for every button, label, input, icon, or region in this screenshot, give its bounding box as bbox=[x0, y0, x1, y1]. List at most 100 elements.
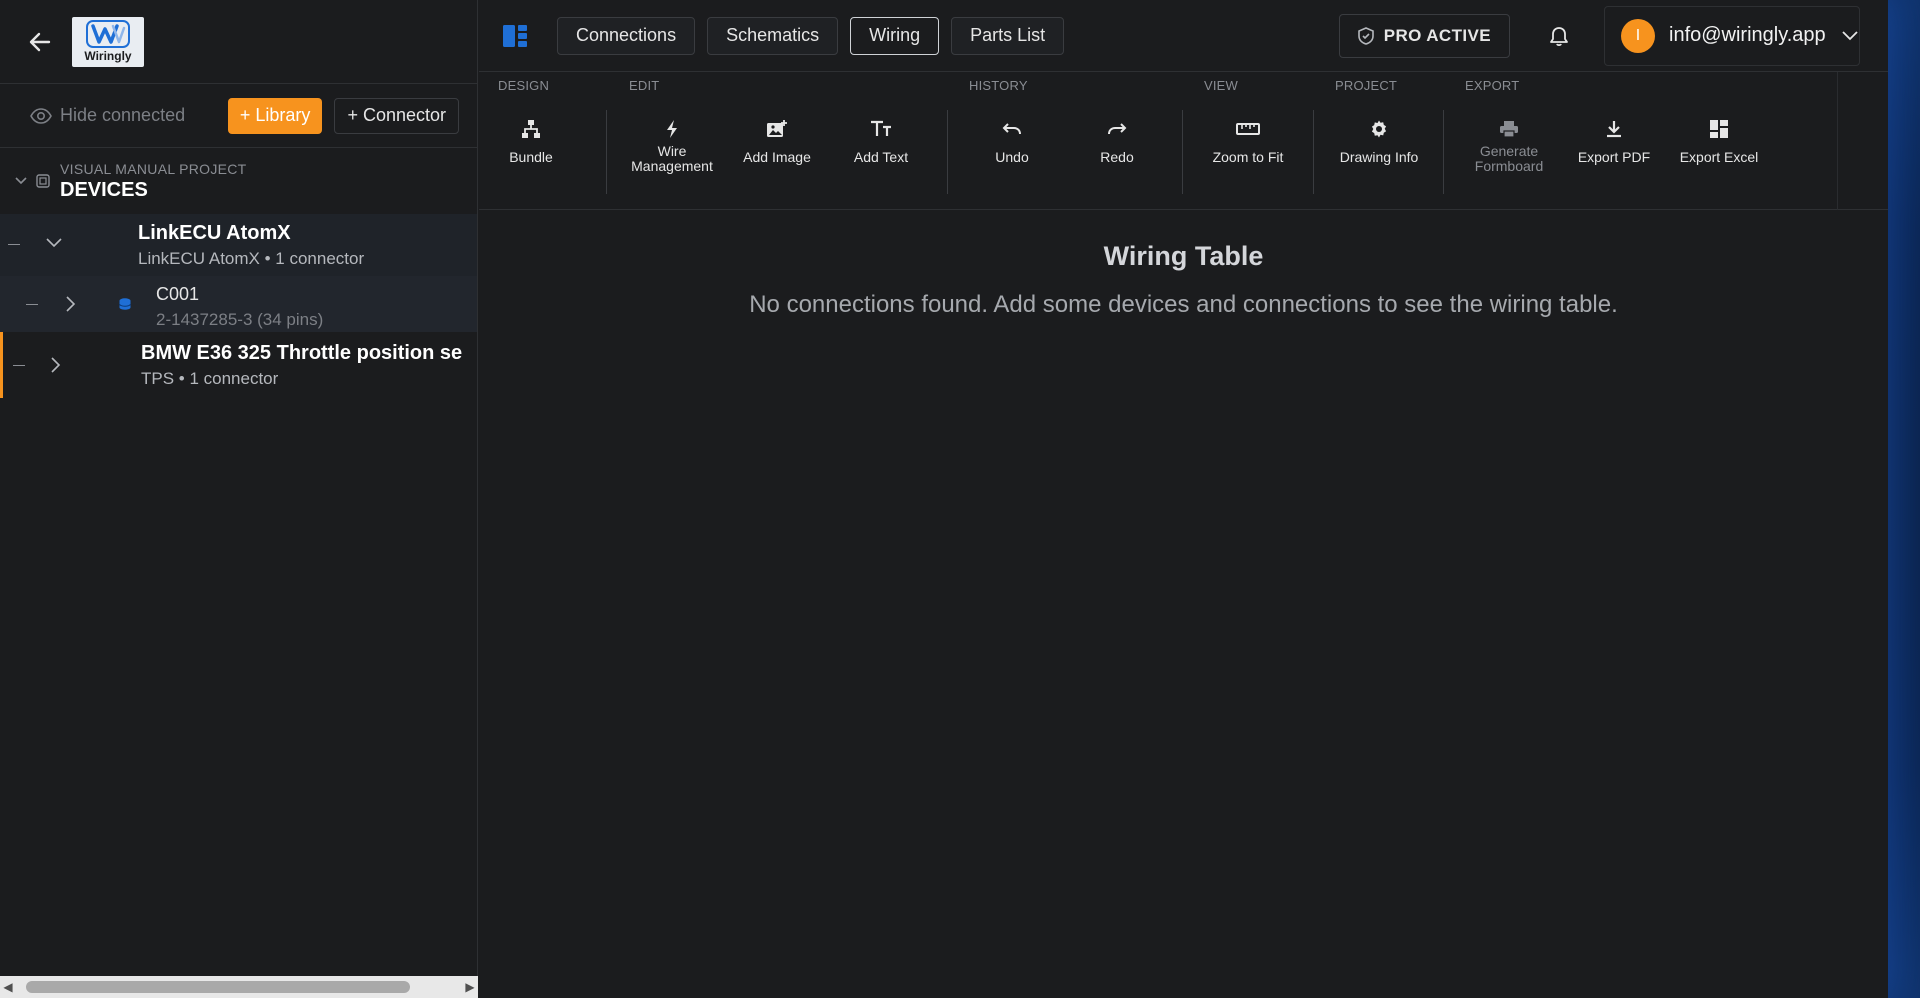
device-item[interactable]: LinkECU AtomX LinkECU AtomX • 1 connecto… bbox=[0, 214, 477, 276]
add-library-button[interactable]: + Library bbox=[227, 97, 323, 134]
project-title: DEVICES bbox=[60, 178, 148, 201]
hide-connected-toggle[interactable]: Hide connected bbox=[30, 105, 185, 126]
account-menu[interactable]: I info@wiringly.app bbox=[1604, 5, 1860, 66]
connector-title: C001 bbox=[156, 284, 200, 304]
tab-connections[interactable]: Connections bbox=[557, 16, 696, 55]
add-connector-button[interactable]: + Connector bbox=[334, 97, 459, 134]
chevron-down-icon bbox=[15, 177, 27, 185]
pro-badge-label: PRO ACTIVE bbox=[1383, 25, 1491, 45]
group-label-export: EXPORT bbox=[1465, 78, 1520, 93]
shield-check-icon bbox=[1357, 26, 1374, 45]
lightning-icon bbox=[667, 120, 677, 138]
sidebar-toggle-icon[interactable] bbox=[503, 24, 527, 47]
logo: Wiringly bbox=[72, 16, 144, 67]
wire-management-button[interactable]: Wire Management bbox=[620, 114, 724, 186]
logo-text: Wiringly bbox=[84, 49, 132, 63]
project-subtitle: VISUAL MANUAL PROJECT bbox=[60, 160, 247, 177]
wire-management-label-line1: Wire bbox=[657, 143, 687, 159]
add-text-button[interactable]: Add Text bbox=[829, 114, 933, 186]
group-divider bbox=[1182, 110, 1183, 194]
redo-icon bbox=[1108, 123, 1127, 135]
hide-connected-label: Hide connected bbox=[60, 105, 186, 125]
group-label-edit: EDIT bbox=[629, 78, 660, 93]
bundle-label: Bundle bbox=[509, 149, 553, 165]
collapse-dash-icon bbox=[26, 304, 38, 305]
printer-icon bbox=[1500, 121, 1518, 138]
empty-state-message: No connections found. Add some devices a… bbox=[749, 291, 1618, 318]
generate-formboard-button[interactable]: Generate Formboard bbox=[1457, 114, 1561, 186]
ribbon-divider bbox=[1837, 72, 1838, 210]
arrow-left-icon bbox=[29, 32, 51, 51]
bundle-button[interactable]: Bundle bbox=[479, 114, 583, 186]
group-divider bbox=[1443, 110, 1444, 194]
group-label-history: HISTORY bbox=[969, 78, 1028, 93]
project-header[interactable]: VISUAL MANUAL PROJECT DEVICES bbox=[0, 148, 477, 214]
chevron-down-icon bbox=[1842, 30, 1858, 40]
redo-label: Redo bbox=[1100, 149, 1134, 165]
chevron-down-icon[interactable] bbox=[46, 238, 62, 248]
device-item[interactable]: BMW E36 325 Throttle position se TPS • 1… bbox=[0, 332, 477, 398]
group-divider bbox=[606, 110, 607, 194]
toolbar-ribbon: DESIGN EDIT HISTORY VIEW PROJECT EXPORT … bbox=[479, 72, 1888, 210]
chevron-right-icon[interactable] bbox=[66, 296, 76, 312]
export-pdf-button[interactable]: Export PDF bbox=[1562, 114, 1666, 186]
device-subtitle: TPS • 1 connector bbox=[141, 369, 279, 388]
group-label-project: PROJECT bbox=[1335, 78, 1398, 93]
zoom-to-fit-label: Zoom to Fit bbox=[1212, 149, 1284, 165]
connector-item[interactable]: C001 2-1437285-3 (34 pins) bbox=[0, 276, 477, 332]
generate-formboard-label-line2: Formboard bbox=[1474, 158, 1544, 174]
chevron-right-icon[interactable] bbox=[51, 357, 61, 373]
gear-icon bbox=[1371, 120, 1387, 138]
project-icon bbox=[36, 174, 50, 188]
add-image-label: Add Image bbox=[743, 149, 811, 165]
device-title: BMW E36 325 Throttle position se bbox=[141, 342, 463, 364]
add-text-label: Add Text bbox=[853, 149, 909, 165]
avatar: I bbox=[1621, 18, 1655, 53]
page-title: Wiring Table bbox=[1103, 241, 1264, 271]
tab-schematics[interactable]: Schematics bbox=[707, 16, 839, 55]
bell-icon[interactable] bbox=[1546, 23, 1572, 49]
wire-management-label-line2: Management bbox=[631, 158, 713, 174]
redo-button[interactable]: Redo bbox=[1065, 114, 1169, 186]
collapse-dash-icon bbox=[13, 365, 25, 366]
scroll-right-icon[interactable]: ▶ bbox=[462, 976, 478, 998]
drawing-info-button[interactable]: Drawing Info bbox=[1327, 114, 1431, 186]
undo-button[interactable]: Undo bbox=[960, 114, 1064, 186]
app-window: Wiringly Hide connected + Library + Conn… bbox=[0, 0, 1888, 998]
export-excel-button[interactable]: Export Excel bbox=[1667, 114, 1771, 186]
add-image-button[interactable]: Add Image bbox=[725, 114, 829, 186]
add-image-icon bbox=[767, 120, 787, 137]
ruler-icon bbox=[1236, 123, 1260, 135]
collapse-dash-icon bbox=[8, 244, 20, 245]
text-icon bbox=[871, 120, 891, 136]
back-button[interactable] bbox=[20, 22, 60, 62]
group-divider bbox=[947, 110, 948, 194]
eye-icon bbox=[30, 107, 52, 124]
generate-formboard-label-line1: Generate bbox=[1479, 143, 1539, 159]
drawing-info-label: Drawing Info bbox=[1339, 149, 1419, 165]
group-label-design: DESIGN bbox=[498, 78, 550, 93]
group-label-view: VIEW bbox=[1204, 78, 1239, 93]
device-title: LinkECU AtomX bbox=[138, 222, 291, 244]
wiring-table-panel: Wiring Table No connections found. Add s… bbox=[479, 211, 1888, 998]
device-subtitle: LinkECU AtomX • 1 connector bbox=[138, 249, 365, 268]
pro-status-badge[interactable]: PRO ACTIVE bbox=[1338, 13, 1510, 58]
sidebar-toolbar: Hide connected + Library + Connector bbox=[0, 84, 477, 148]
undo-label: Undo bbox=[995, 149, 1029, 165]
scrollbar-thumb[interactable] bbox=[26, 981, 410, 993]
connector-subtitle: 2-1437285-3 (34 pins) bbox=[156, 310, 324, 329]
export-pdf-label: Export PDF bbox=[1577, 149, 1651, 165]
account-email: info@wiringly.app bbox=[1669, 24, 1826, 46]
group-divider bbox=[1313, 110, 1314, 194]
grid-icon bbox=[1710, 120, 1728, 138]
tab-parts-list[interactable]: Parts List bbox=[951, 16, 1065, 55]
zoom-to-fit-button[interactable]: Zoom to Fit bbox=[1196, 114, 1300, 186]
horizontal-scrollbar[interactable]: ◀ ▶ bbox=[0, 976, 478, 998]
tab-wiring[interactable]: Wiring bbox=[850, 16, 940, 55]
download-icon bbox=[1607, 121, 1621, 138]
scroll-left-icon[interactable]: ◀ bbox=[0, 976, 16, 998]
undo-icon bbox=[1002, 123, 1021, 135]
connector-icon bbox=[119, 298, 131, 310]
export-excel-label: Export Excel bbox=[1679, 149, 1759, 165]
sidebar: Wiringly Hide connected + Library + Conn… bbox=[0, 0, 478, 998]
